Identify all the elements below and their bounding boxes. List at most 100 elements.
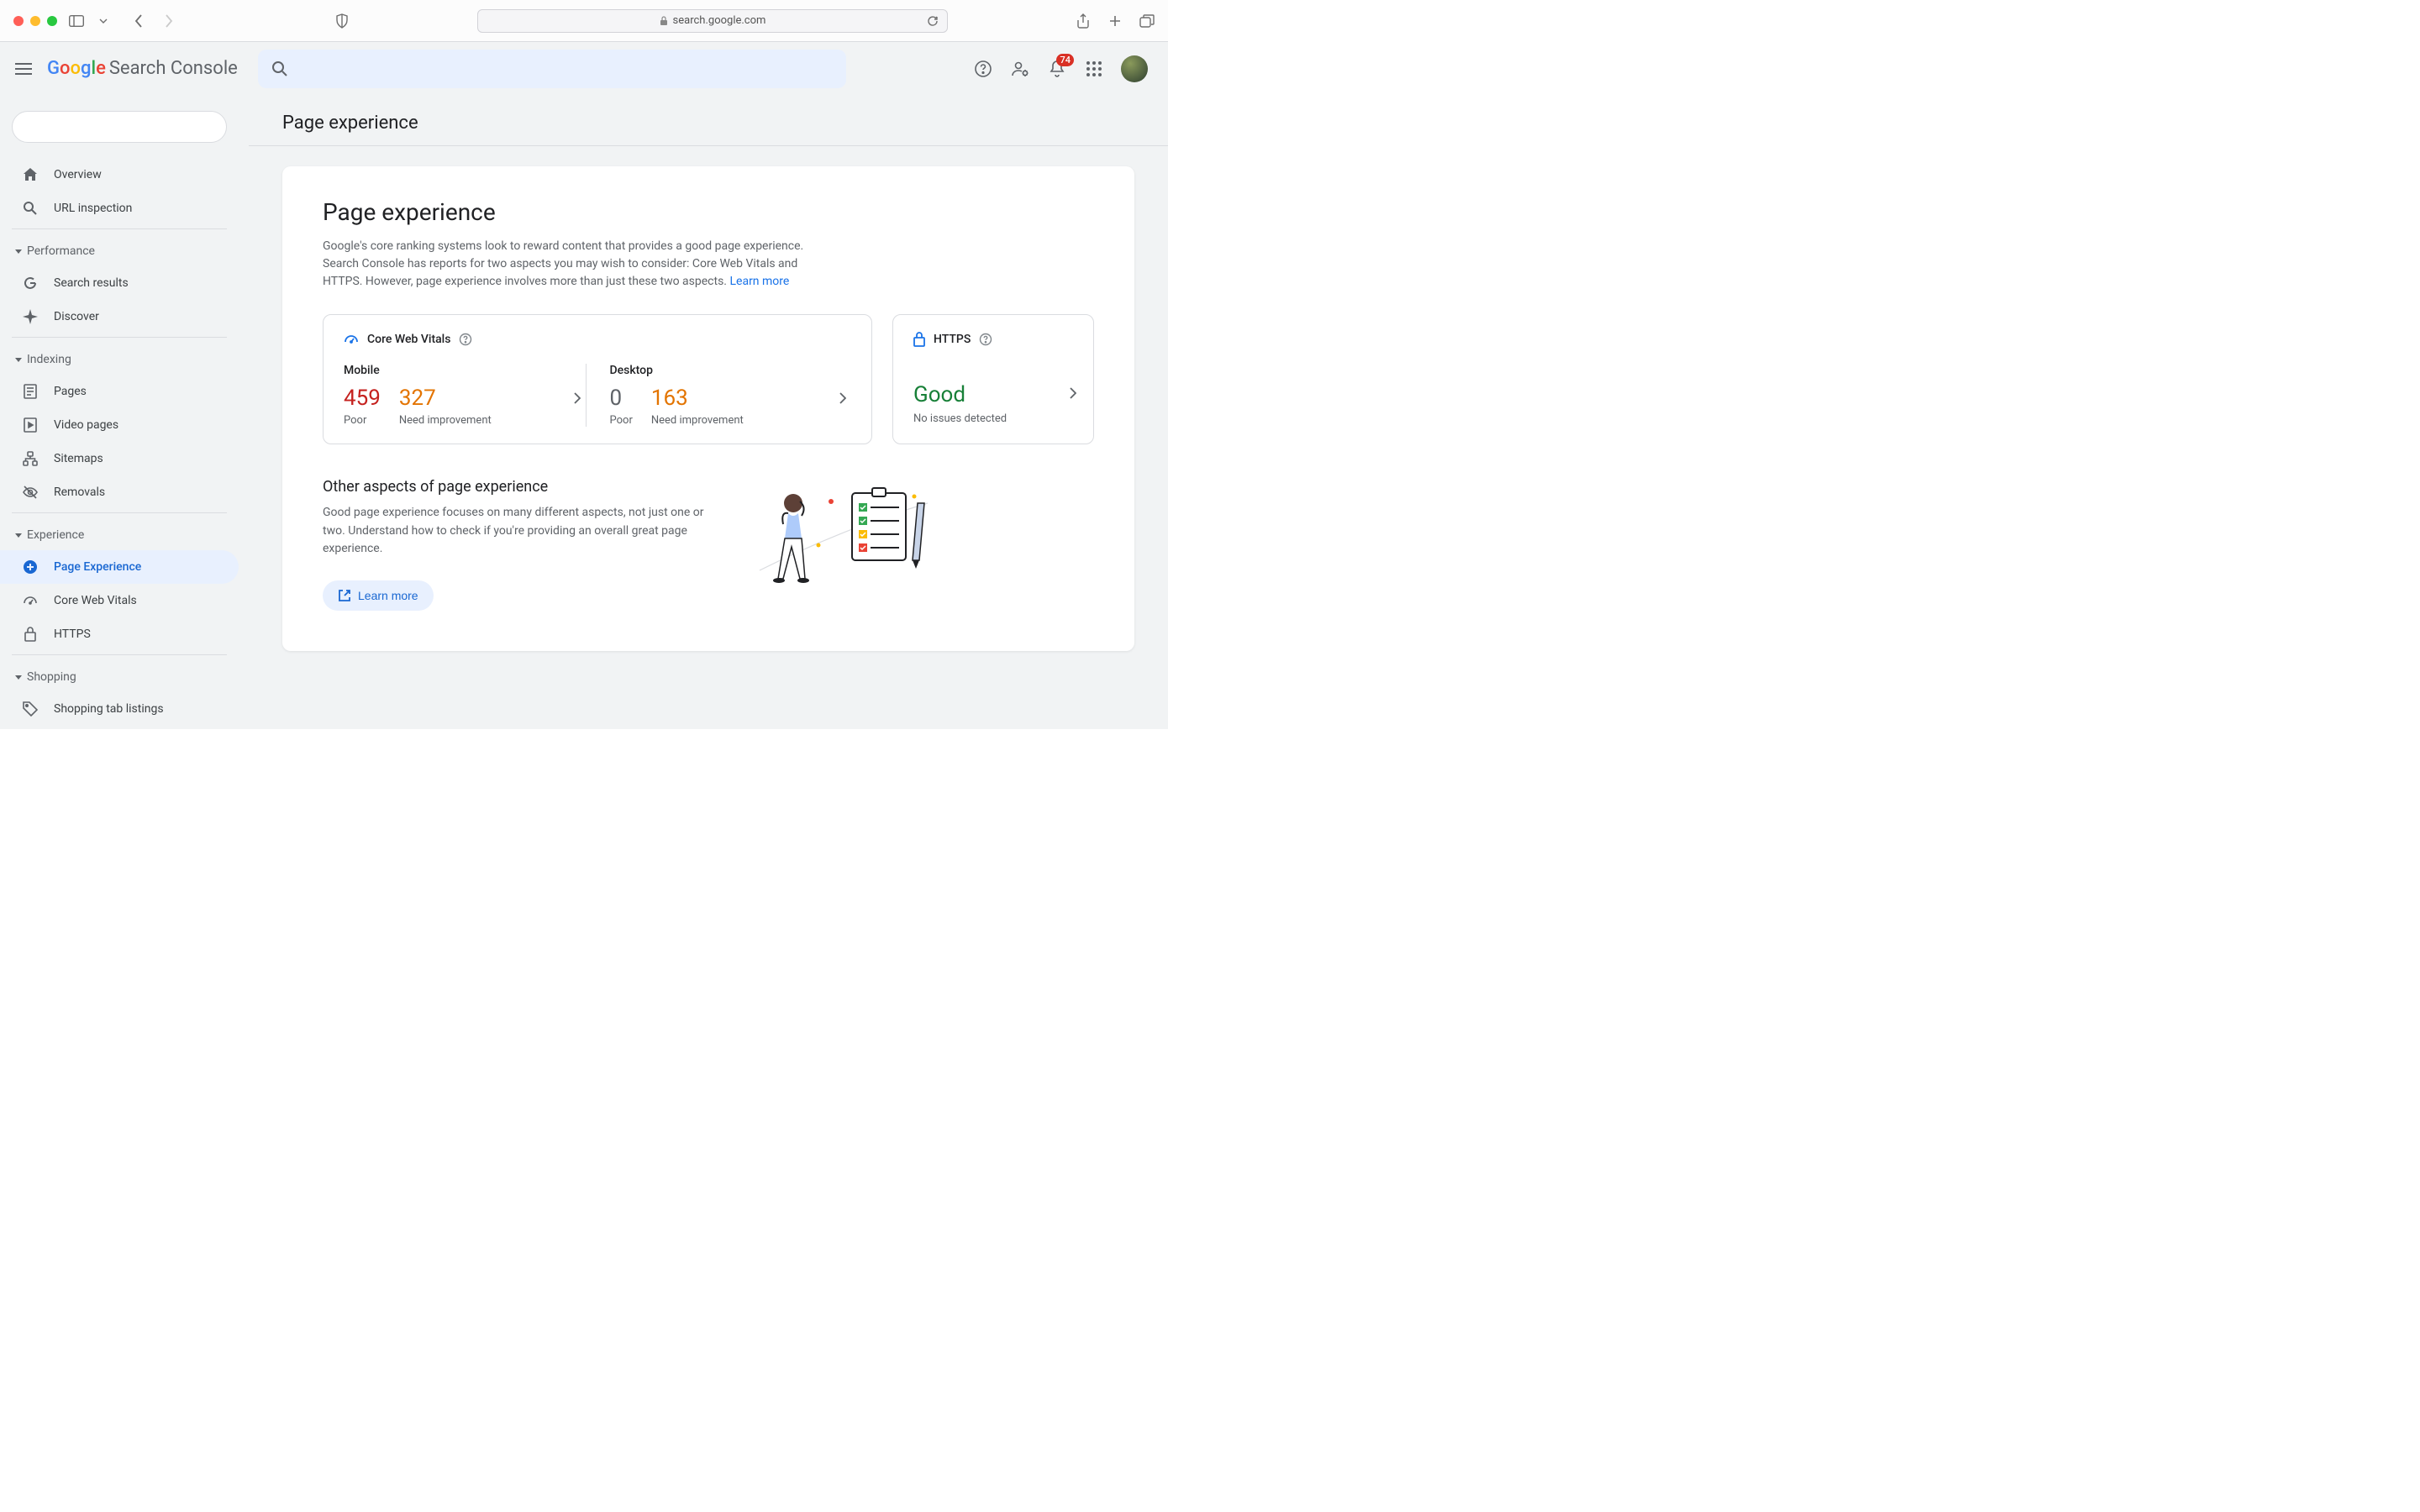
- https-subtitle: No issues detected: [913, 412, 1073, 425]
- share-icon[interactable]: [1076, 13, 1091, 29]
- video-page-icon: [22, 417, 39, 433]
- caret-down-icon: [15, 358, 22, 362]
- shield-icon[interactable]: [334, 13, 350, 29]
- browser-nav: [131, 13, 176, 29]
- speedometer-icon: [344, 332, 359, 347]
- address-url: search.google.com: [673, 14, 766, 27]
- page-title: Page experience: [282, 113, 1134, 134]
- sidebar-item-label: HTTPS: [54, 627, 91, 641]
- product-name: Search Console: [109, 58, 238, 79]
- property-selector[interactable]: [12, 111, 227, 143]
- google-logo[interactable]: Google Search Console: [47, 58, 238, 79]
- sidebar-item-overview[interactable]: Overview: [0, 158, 239, 192]
- sidebar-section-indexing[interactable]: Indexing: [0, 344, 239, 375]
- menu-icon[interactable]: [13, 59, 34, 79]
- illustration: [751, 478, 936, 596]
- core-web-vitals-panel[interactable]: Core Web Vitals Mobile 459 Poor: [323, 314, 872, 444]
- sidebar-section-experience[interactable]: Experience: [0, 520, 239, 550]
- mobile-needs-count: 327: [399, 387, 492, 409]
- other-title: Other aspects of page experience: [323, 478, 718, 496]
- poor-label: Poor: [610, 414, 633, 427]
- sidebar-item-label: Core Web Vitals: [54, 594, 137, 607]
- poor-label: Poor: [344, 414, 381, 427]
- sidebar-item-removals[interactable]: Removals: [0, 475, 239, 509]
- account-avatar[interactable]: [1121, 55, 1148, 82]
- learn-more-link[interactable]: Learn more: [729, 275, 789, 288]
- card-title: Page experience: [323, 198, 1094, 226]
- speedometer-icon: [22, 592, 39, 609]
- sidebar-item-label: Video pages: [54, 418, 118, 432]
- sidebar: Overview URL inspection Performance Sear…: [0, 96, 249, 729]
- desktop-poor-count: 0: [610, 387, 633, 409]
- help-icon[interactable]: [459, 333, 472, 346]
- sidebar-item-core-web-vitals[interactable]: Core Web Vitals: [0, 584, 239, 617]
- sidebar-item-label: Shopping tab listings: [54, 702, 164, 716]
- chevron-down-icon[interactable]: [96, 13, 111, 29]
- desktop-column: Desktop 0 Poor 163 Need improvement: [586, 364, 852, 427]
- other-aspects-section: Other aspects of page experience Good pa…: [323, 478, 1094, 611]
- sidebar-item-pages[interactable]: Pages: [0, 375, 239, 408]
- panel-title: Core Web Vitals: [367, 333, 450, 346]
- window-maximize[interactable]: [47, 16, 57, 26]
- help-icon[interactable]: [979, 333, 992, 346]
- discover-icon: [22, 308, 39, 325]
- hidden-icon: [22, 484, 39, 501]
- sidebar-item-video-pages[interactable]: Video pages: [0, 408, 239, 442]
- notifications-icon[interactable]: 74: [1047, 59, 1067, 79]
- window-minimize[interactable]: [30, 16, 40, 26]
- needs-label: Need improvement: [399, 414, 492, 427]
- sidebar-item-label: Search results: [54, 276, 129, 290]
- desktop-needs-count: 163: [651, 387, 744, 409]
- sidebar-item-https[interactable]: HTTPS: [0, 617, 239, 651]
- sidebar-item-discover[interactable]: Discover: [0, 300, 239, 333]
- https-panel[interactable]: HTTPS Good No issues detected: [892, 314, 1094, 444]
- card-description: Google's core ranking systems look to re…: [323, 238, 810, 291]
- new-tab-icon[interactable]: [1107, 13, 1123, 29]
- sidebar-item-label: Overview: [54, 168, 102, 181]
- panel-title: HTTPS: [934, 333, 971, 346]
- main-content: Page experience Page experience Google's…: [249, 96, 1168, 729]
- home-icon: [22, 166, 39, 183]
- mobile-column: Mobile 459 Poor 327 Need improvement: [344, 364, 586, 427]
- sidebar-item-label: Removals: [54, 486, 105, 499]
- address-bar[interactable]: search.google.com: [477, 9, 948, 33]
- window-close[interactable]: [13, 16, 24, 26]
- content-card: Page experience Google's core ranking sy…: [282, 166, 1134, 651]
- https-status: Good: [913, 382, 1073, 407]
- property-search[interactable]: [258, 50, 846, 88]
- sidebar-item-shopping-tab[interactable]: Shopping tab listings: [0, 692, 239, 726]
- sidebar-item-label: Discover: [54, 310, 99, 323]
- notification-badge: 74: [1056, 54, 1074, 66]
- page-header: Page experience: [249, 96, 1168, 146]
- caret-down-icon: [15, 249, 22, 254]
- mobile-label: Mobile: [344, 364, 572, 377]
- circle-plus-icon: [22, 559, 39, 575]
- user-settings-icon[interactable]: [1010, 59, 1030, 79]
- lock-icon: [913, 332, 925, 347]
- sidebar-item-sitemaps[interactable]: Sitemaps: [0, 442, 239, 475]
- caret-down-icon: [15, 533, 22, 538]
- sidebar-section-performance[interactable]: Performance: [0, 236, 239, 266]
- chevron-right-icon: [839, 392, 846, 404]
- learn-more-button[interactable]: Learn more: [323, 580, 434, 611]
- tag-icon: [22, 701, 39, 717]
- other-description: Good page experience focuses on many dif…: [323, 504, 718, 559]
- sitemap-icon: [22, 450, 39, 467]
- chevron-right-icon: [574, 392, 581, 404]
- reload-icon[interactable]: [925, 13, 940, 29]
- app-header: Google Search Console 74: [0, 42, 1168, 96]
- help-icon[interactable]: [973, 59, 993, 79]
- back-button[interactable]: [131, 13, 146, 29]
- caret-down-icon: [15, 675, 22, 680]
- sidebar-section-shopping[interactable]: Shopping: [0, 662, 239, 692]
- sidebar-toggle-icon[interactable]: [69, 13, 84, 29]
- sidebar-item-url-inspection[interactable]: URL inspection: [0, 192, 239, 225]
- tabs-icon[interactable]: [1139, 13, 1155, 29]
- open-external-icon: [338, 589, 351, 602]
- sidebar-item-search-results[interactable]: Search results: [0, 266, 239, 300]
- search-icon: [271, 60, 288, 77]
- apps-icon[interactable]: [1084, 59, 1104, 79]
- sidebar-item-page-experience[interactable]: Page Experience: [0, 550, 239, 584]
- mobile-poor-count: 459: [344, 387, 381, 409]
- forward-button[interactable]: [161, 13, 176, 29]
